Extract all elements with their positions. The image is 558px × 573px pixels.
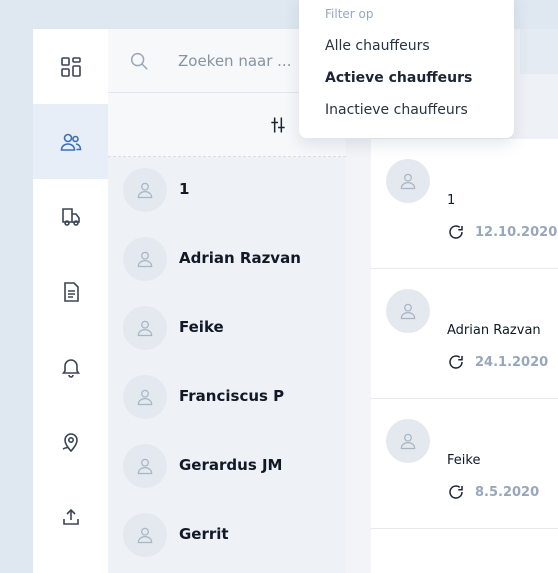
driver-list-item[interactable]: Gerrit <box>108 501 346 570</box>
last-update-date: 8.5.2020 <box>475 485 540 500</box>
option-active-drivers[interactable]: Actieve chauffeurs <box>325 70 472 86</box>
person-icon <box>400 303 416 320</box>
driver-list-item[interactable]: Gerardus JM <box>108 432 346 501</box>
person-icon <box>137 251 153 268</box>
driver-list-item[interactable]: Franciscus P <box>108 363 346 432</box>
driver-list-item[interactable]: Adrian Razvan <box>108 225 346 294</box>
nav-locations[interactable] <box>33 404 108 479</box>
driver-detail-card[interactable]: Feike 8.5.2020 <box>371 399 558 529</box>
driver-list-item[interactable]: 1 <box>108 156 346 225</box>
truck-icon <box>61 207 80 226</box>
driver-name: Gerardus JM <box>179 456 283 474</box>
nav-notifications[interactable] <box>33 329 108 404</box>
avatar <box>123 513 167 557</box>
location-icon <box>62 432 78 452</box>
last-update-date: 12.10.2020 <box>475 225 558 240</box>
filter-sliders-icon[interactable] <box>268 115 288 135</box>
avatar <box>386 419 430 463</box>
person-icon <box>137 458 153 475</box>
avatar <box>123 444 167 488</box>
driver-name: Gerrit <box>179 525 229 543</box>
nav-drivers[interactable] <box>33 104 108 179</box>
person-icon <box>137 527 153 544</box>
detail-driver-name: Feike <box>447 453 481 468</box>
driver-name: Adrian Razvan <box>179 249 301 267</box>
nav-upload[interactable] <box>33 479 108 554</box>
nav-documents[interactable] <box>33 254 108 329</box>
person-icon <box>137 320 153 337</box>
person-icon <box>137 182 153 199</box>
users-icon <box>60 133 81 151</box>
document-icon <box>63 281 79 302</box>
avatar <box>123 237 167 281</box>
upload-icon <box>62 508 79 525</box>
filter-dropdown: Filter op Alle chauffeurs Actieve chauff… <box>299 0 514 138</box>
avatar <box>386 159 430 203</box>
option-all-drivers[interactable]: Alle chauffeurs <box>325 38 430 54</box>
detail-driver-name: Adrian Razvan <box>447 323 541 338</box>
sidebar-nav <box>33 29 108 573</box>
refresh-icon <box>449 485 463 499</box>
bell-icon <box>61 358 80 378</box>
driver-detail-card[interactable]: 1 12.10.2020 <box>371 139 558 269</box>
detail-driver-name: 1 <box>447 193 456 208</box>
driver-detail-card[interactable]: Adrian Razvan 24.1.2020 <box>371 269 558 399</box>
person-icon <box>400 173 416 190</box>
driver-name: 1 <box>179 180 190 198</box>
avatar <box>123 306 167 350</box>
nav-vehicles[interactable] <box>33 179 108 254</box>
person-icon <box>400 433 416 450</box>
dashboard-icon <box>60 56 81 77</box>
refresh-icon <box>449 225 463 239</box>
topbar-button[interactable] <box>520 29 558 74</box>
last-update-date: 24.1.2020 <box>475 355 549 370</box>
driver-name: Franciscus P <box>179 387 285 405</box>
driver-name: Feike <box>179 318 224 336</box>
avatar <box>123 168 167 212</box>
search-icon[interactable] <box>128 50 150 72</box>
avatar <box>386 289 430 333</box>
nav-dashboard[interactable] <box>33 29 108 104</box>
option-inactive-drivers[interactable]: Inactieve chauffeurs <box>325 102 468 118</box>
refresh-icon <box>449 355 463 369</box>
person-icon <box>137 389 153 406</box>
dropdown-header: Filter op <box>325 7 374 21</box>
driver-list-item[interactable]: Feike <box>108 294 346 363</box>
avatar <box>123 375 167 419</box>
